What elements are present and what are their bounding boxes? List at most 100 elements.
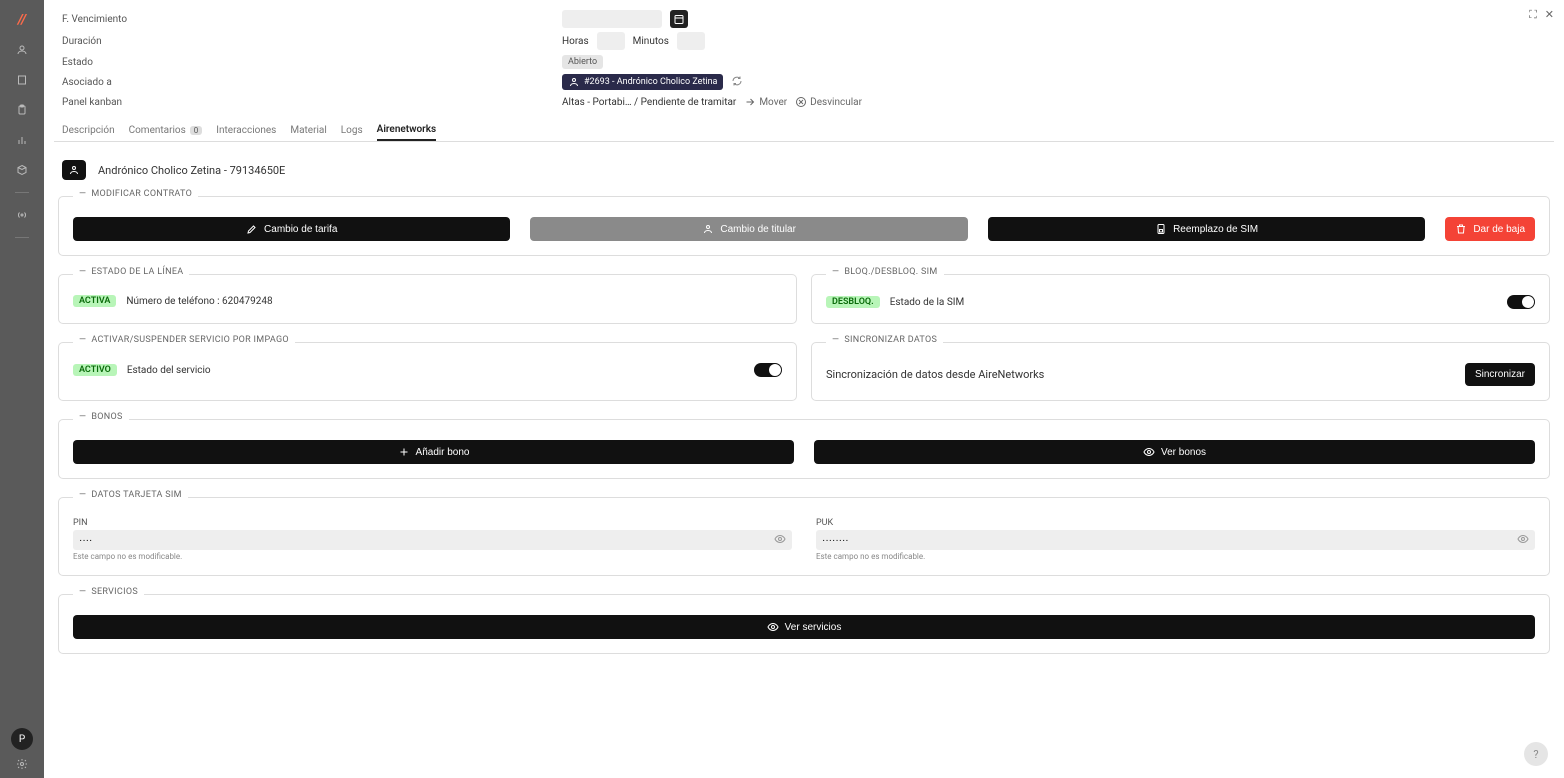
mover-text: Mover [759, 97, 787, 108]
collapse-icon[interactable]: — [832, 267, 839, 277]
customer-icon [62, 160, 86, 180]
card-modificar-contrato: — MODIFICAR CONTRATO Cambio de tarifa Ca… [58, 196, 1550, 256]
tab-comentarios[interactable]: Comentarios 0 [129, 120, 203, 141]
pin-label: PIN [73, 518, 792, 528]
main-content: ⛶ ✕ F. Vencimiento Duración Horas Minuto… [44, 0, 1564, 778]
nav-broadcast-icon[interactable] [14, 207, 30, 223]
customer-name: Andrónico Cholico Zetina - 79134650E [98, 164, 285, 177]
collapse-icon[interactable]: — [79, 490, 86, 500]
collapse-icon[interactable]: — [79, 587, 86, 597]
tab-descripcion[interactable]: Descripción [62, 120, 115, 141]
bloq-badge: DESBLOQ. [826, 296, 880, 308]
card-title-text: SERVICIOS [91, 587, 138, 597]
row-duracion: Duración Horas Minutos [62, 30, 1554, 52]
dar-baja-label: Dar de baja [1473, 224, 1525, 235]
kanban-label: Panel kanban [62, 97, 562, 108]
tab-logs[interactable]: Logs [341, 120, 363, 141]
minutos-input[interactable] [677, 32, 705, 50]
asociado-chip[interactable]: #2693 - Andrónico Cholico Zetina [562, 74, 723, 90]
refresh-icon[interactable] [731, 75, 743, 90]
asociado-label: Asociado a [62, 77, 562, 88]
card-title-text: ACTIVAR/SUSPENDER SERVICIO POR IMPAGO [91, 335, 289, 345]
puk-input [822, 535, 1517, 546]
logo: // [18, 12, 26, 28]
sync-text: Sincronización de datos desde AireNetwor… [826, 368, 1044, 381]
card-title-text: MODIFICAR CONTRATO [91, 189, 192, 199]
add-bono-label: Añadir bono [416, 447, 470, 458]
card-sim-data: — DATOS TARJETA SIM PIN Este campo no es… [58, 497, 1550, 576]
cambio-tarifa-label: Cambio de tarifa [264, 224, 337, 235]
gear-icon[interactable] [14, 756, 30, 772]
tab-comentarios-count: 0 [190, 126, 203, 135]
user-avatar[interactable]: P [11, 728, 33, 750]
suspender-text: Estado del servicio [127, 365, 211, 376]
card-title-text: DATOS TARJETA SIM [91, 490, 181, 500]
eye-icon[interactable] [1517, 533, 1529, 548]
customer-header: Andrónico Cholico Zetina - 79134650E [54, 156, 1554, 196]
card-servicios: — SERVICIOS Ver servicios [58, 594, 1550, 654]
puk-field: PUK Este campo no es modificable. [816, 518, 1535, 561]
tabs: Descripción Comentarios 0 Interacciones … [54, 120, 1554, 142]
cambio-titular-button[interactable]: Cambio de titular [530, 217, 967, 241]
eye-icon[interactable] [774, 533, 786, 548]
sync-button[interactable]: Sincronizar [1465, 363, 1535, 386]
nav-clipboard-icon[interactable] [14, 102, 30, 118]
card-bonos: — BONOS Añadir bono Ver bonos [58, 419, 1550, 479]
dar-baja-button[interactable]: Dar de baja [1445, 217, 1535, 241]
nav-users-icon[interactable] [14, 42, 30, 58]
nav-building-icon[interactable] [14, 72, 30, 88]
bloq-toggle[interactable] [1507, 295, 1535, 309]
nav-divider [15, 192, 29, 193]
row-estado: Estado Abierto [62, 52, 1554, 72]
reemplazo-sim-button[interactable]: Reemplazo de SIM [988, 217, 1425, 241]
puk-label: PUK [816, 518, 1535, 528]
asociado-chip-text: #2693 - Andrónico Cholico Zetina [584, 77, 717, 87]
pin-input [79, 535, 774, 546]
tab-interacciones[interactable]: Interacciones [216, 120, 276, 141]
close-icon[interactable]: ✕ [1545, 8, 1554, 22]
collapse-icon[interactable]: — [79, 189, 86, 199]
tab-airenetworks[interactable]: Airenetworks [377, 120, 437, 141]
row-vencimiento: F. Vencimiento [62, 8, 1554, 30]
nav-box-icon[interactable] [14, 162, 30, 178]
estado-linea-badge: ACTIVA [73, 295, 116, 307]
desvincular-text: Desvincular [810, 97, 862, 108]
sidebar: // P [0, 0, 44, 778]
card-sync: — SINCRONIZAR DATOS Sincronización de da… [811, 342, 1550, 401]
add-bono-button[interactable]: Añadir bono [73, 440, 794, 464]
expand-icon[interactable]: ⛶ [1529, 8, 1537, 22]
pin-field: PIN Este campo no es modificable. [73, 518, 792, 561]
help-bubble[interactable]: ? [1524, 742, 1548, 766]
collapse-icon[interactable]: — [79, 412, 86, 422]
collapse-icon[interactable]: — [79, 267, 86, 277]
horas-input[interactable] [597, 32, 625, 50]
reemplazo-sim-label: Reemplazo de SIM [1173, 224, 1258, 235]
suspender-toggle[interactable] [754, 363, 782, 377]
card-title-text: SINCRONIZAR DATOS [844, 335, 937, 345]
horas-label: Horas [562, 36, 589, 47]
nav-divider [15, 237, 29, 238]
minutos-label: Minutos [633, 36, 669, 47]
calendar-icon[interactable] [670, 10, 688, 28]
cambio-tarifa-button[interactable]: Cambio de tarifa [73, 217, 510, 241]
card-title-text: BONOS [91, 412, 122, 422]
collapse-icon[interactable]: — [832, 335, 839, 345]
view-bonos-button[interactable]: Ver bonos [814, 440, 1535, 464]
mover-link[interactable]: Mover [744, 96, 787, 108]
row-asociado: Asociado a #2693 - Andrónico Cholico Zet… [62, 72, 1554, 92]
tab-material[interactable]: Material [290, 120, 326, 141]
tab-comentarios-label: Comentarios [129, 125, 186, 136]
vencimiento-input[interactable] [562, 10, 662, 28]
nav-chart-icon[interactable] [14, 132, 30, 148]
card-suspender: — ACTIVAR/SUSPENDER SERVICIO POR IMPAGO … [58, 342, 797, 401]
vencimiento-label: F. Vencimiento [62, 14, 562, 25]
desvincular-link[interactable]: Desvincular [795, 96, 862, 108]
collapse-icon[interactable]: — [79, 335, 86, 345]
suspender-badge: ACTIVO [73, 364, 117, 376]
estado-linea-text: Número de teléfono : 620479248 [126, 296, 272, 307]
view-servicios-button[interactable]: Ver servicios [73, 615, 1535, 639]
form-area: F. Vencimiento Duración Horas Minutos Es… [54, 0, 1554, 112]
estado-badge: Abierto [562, 55, 603, 69]
window-controls: ⛶ ✕ [1529, 8, 1554, 22]
card-title-text: ESTADO DE LA LÍNEA [91, 267, 183, 277]
